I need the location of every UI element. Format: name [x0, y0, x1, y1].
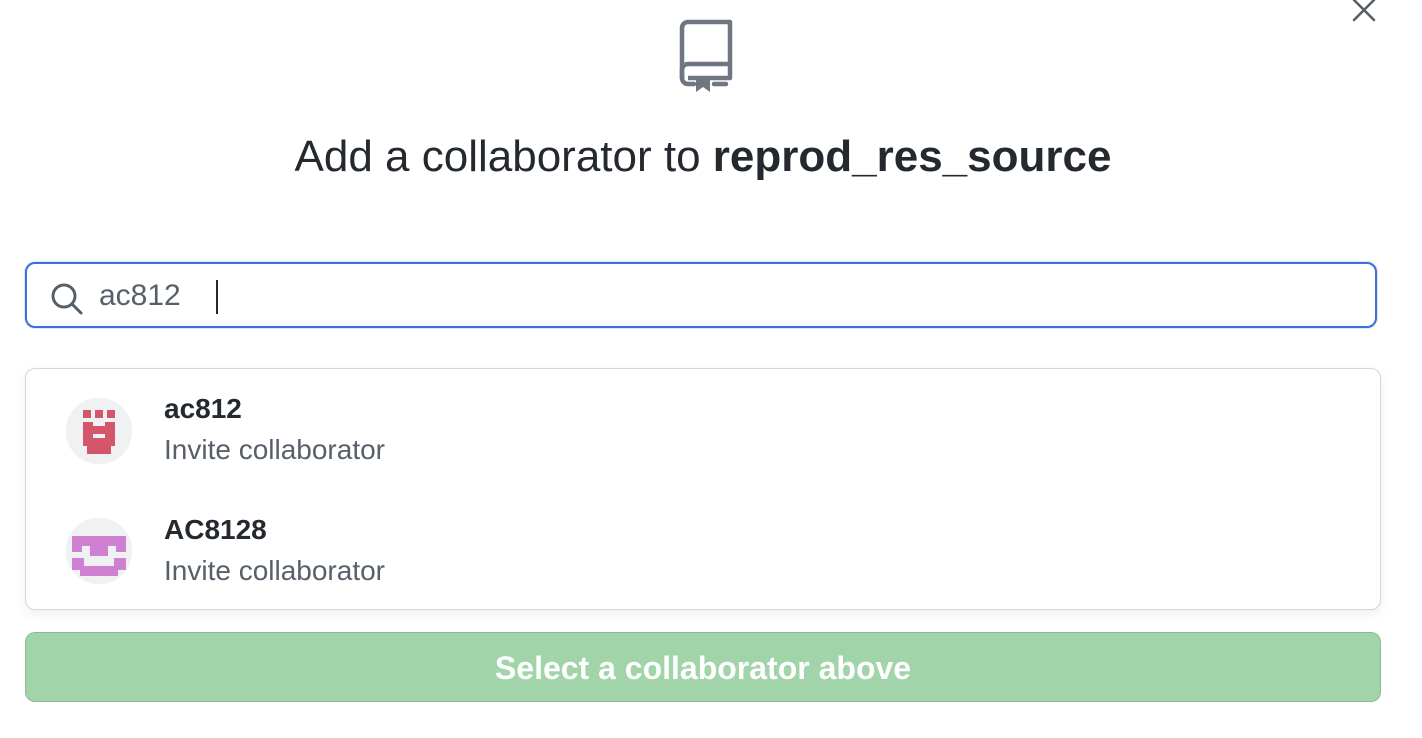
search-icon: [49, 281, 85, 317]
user-login: ac812: [164, 393, 242, 424]
search-results-list: ac812 Invite collaborator AC8128 Invite …: [25, 368, 1381, 610]
invite-label: Invite collaborator: [164, 434, 386, 465]
search-input[interactable]: [99, 272, 1359, 320]
invite-label: Invite collaborator: [164, 555, 386, 586]
avatar: [66, 518, 132, 584]
select-collaborator-button[interactable]: Select a collaborator above: [25, 632, 1381, 702]
search-field[interactable]: [25, 262, 1377, 328]
close-button[interactable]: [1348, 0, 1380, 26]
add-collaborator-dialog: Add a collaborator to reprod_res_source: [0, 0, 1422, 738]
avatar: [66, 398, 132, 464]
title-prefix: Add a collaborator to: [294, 132, 713, 181]
repo-name: reprod_res_source: [712, 132, 1112, 181]
user-login: AC8128: [164, 514, 267, 545]
text-caret: [216, 280, 218, 314]
repo-icon: [674, 18, 734, 94]
dialog-title: Add a collaborator to reprod_res_source: [0, 128, 1406, 186]
result-item-ac8128[interactable]: AC8128 Invite collaborator: [26, 489, 1380, 609]
x-icon: [1348, 0, 1380, 26]
result-item-ac812[interactable]: ac812 Invite collaborator: [26, 369, 1380, 489]
